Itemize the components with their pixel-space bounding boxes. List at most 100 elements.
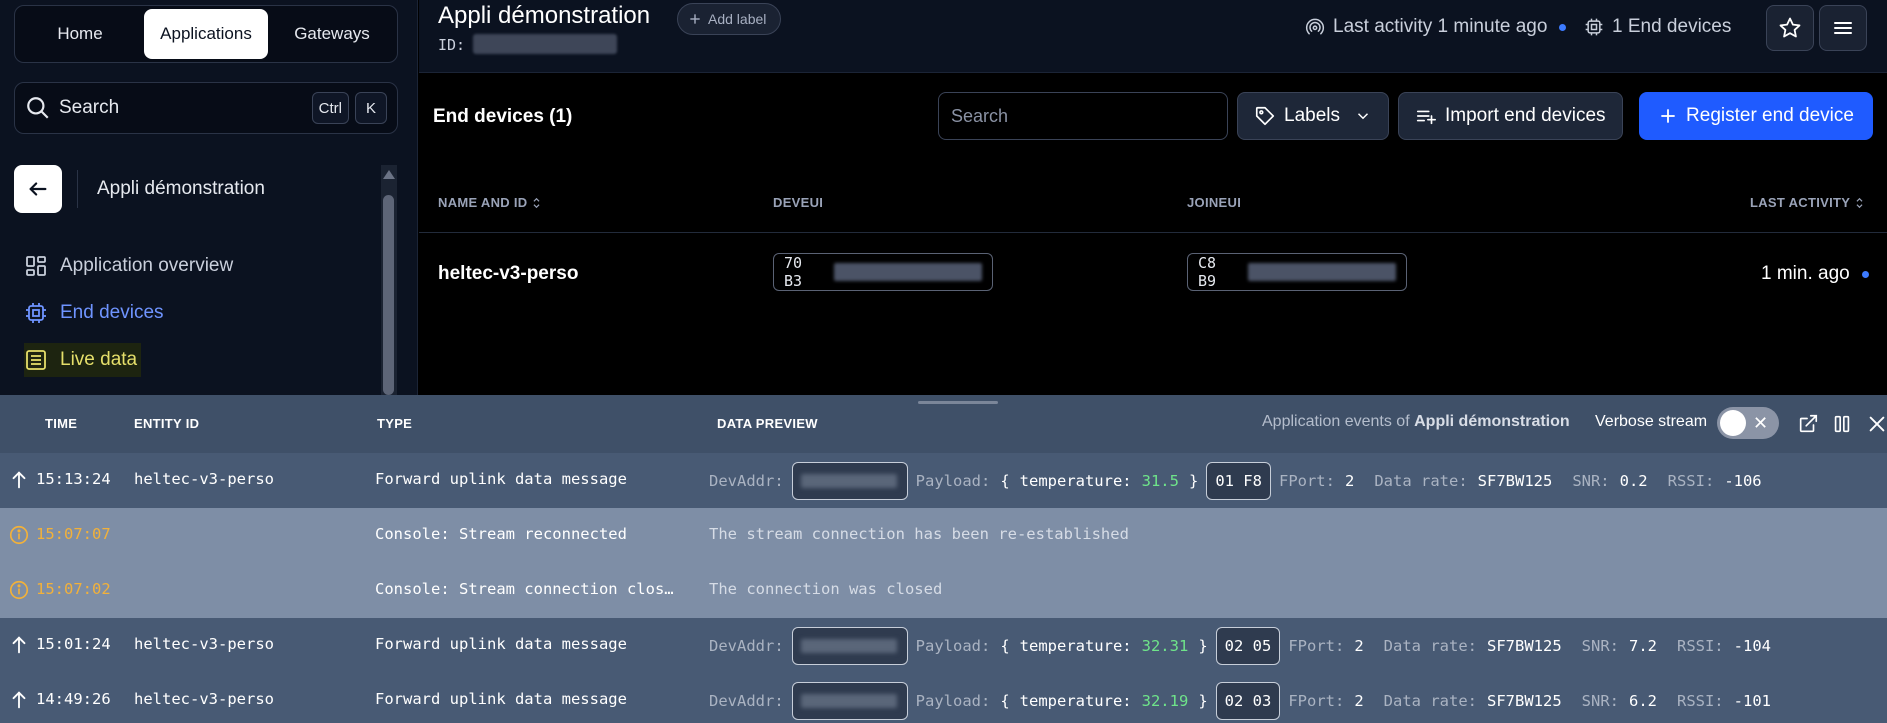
event-row[interactable]: 15:13:24 heltec-v3-perso Forward uplink … (0, 453, 1887, 508)
sort-icon (533, 197, 540, 208)
sidebar-item-end-devices[interactable]: End devices (24, 296, 168, 330)
event-time: 15:13:24 (36, 470, 111, 488)
end-devices-count[interactable]: 1 End devices (1584, 16, 1731, 38)
device-last-activity: 1 min. ago (1761, 263, 1869, 285)
page-header: Appli démonstration Add label ID: Last a… (419, 0, 1887, 73)
table-header-divider (419, 232, 1887, 233)
end-devices-section: End devices (1) Search Labels Import end… (419, 74, 1887, 395)
shortcut-key-ctrl: Ctrl (311, 92, 349, 124)
back-button[interactable] (14, 165, 62, 213)
sort-icon (1856, 197, 1863, 208)
nav-tab-applications[interactable]: Applications (144, 9, 268, 59)
events-scope: Application events of Appli démonstratio… (1262, 413, 1570, 430)
toggle-off-icon: ✕ (1753, 413, 1769, 433)
event-row[interactable]: 15:07:02 Console: Stream connection clos… (0, 563, 1887, 618)
labels-dropdown[interactable]: Labels (1237, 92, 1389, 140)
events-col-time: TIME (45, 416, 78, 431)
event-row[interactable]: 15:07:07 Console: Stream reconnected The… (0, 508, 1887, 563)
event-preview: The connection was closed (709, 580, 943, 598)
arrow-up-icon (12, 636, 26, 654)
event-time: 15:01:24 (36, 635, 111, 653)
plus-icon (690, 14, 700, 24)
sidebar-search[interactable]: Search Ctrl K (14, 82, 398, 134)
column-header-name[interactable]: NAME AND ID (438, 195, 541, 210)
event-row[interactable]: 15:01:24 heltec-v3-perso Forward uplink … (0, 618, 1887, 673)
end-devices-search-input[interactable]: Search (938, 92, 1228, 140)
playlist-add-icon (1416, 110, 1436, 125)
nav-tab-gateways[interactable]: Gateways (270, 9, 394, 59)
redacted-deveui (834, 263, 982, 281)
event-entity: heltec-v3-perso (134, 635, 274, 653)
plus-icon (1661, 109, 1675, 123)
column-header-last-activity[interactable]: LAST ACTIVITY (1750, 195, 1864, 210)
deveui-value[interactable]: 70 B3 (773, 253, 993, 291)
event-type: Console: Stream connection clos… (375, 580, 674, 598)
toggle-knob (1720, 410, 1746, 436)
labels-dropdown-text: Labels (1284, 105, 1340, 126)
redacted-devaddr (791, 627, 908, 665)
close-icon[interactable] (1866, 413, 1887, 435)
menu-button[interactable] (1819, 5, 1867, 51)
event-preview: DevAddr: Payload: { temperature: 32.31} 0… (709, 626, 1771, 666)
chip-icon (1585, 18, 1603, 36)
sidebar-divider (77, 170, 78, 208)
panel-resize-handle[interactable] (918, 401, 998, 404)
pause-icon[interactable] (1831, 413, 1853, 435)
joineui-value[interactable]: C8 B9 (1187, 253, 1407, 291)
event-preview: DevAddr: Payload: { temperature: 32.19} 0… (709, 681, 1771, 721)
event-type: Forward uplink data message (375, 635, 627, 653)
search-icon (27, 97, 49, 119)
register-end-device-button[interactable]: Register end device (1639, 92, 1873, 140)
broadcast-icon (1305, 18, 1325, 35)
sidebar: Home Applications Gateways Search Ctrl K… (0, 0, 418, 395)
chip-icon (26, 303, 46, 323)
event-type: Console: Stream reconnected (375, 525, 627, 543)
event-type: Forward uplink data message (375, 470, 627, 488)
tag-icon (1255, 106, 1275, 126)
event-time: 14:49:26 (36, 690, 111, 708)
end-devices-count-text: 1 End devices (1612, 16, 1732, 37)
import-button-text: Import end devices (1445, 105, 1606, 126)
payload-hex: 02 03 (1215, 682, 1281, 720)
verbose-stream-toggle[interactable]: ✕ (1717, 407, 1779, 439)
open-external-icon[interactable] (1797, 413, 1819, 435)
scroll-up-arrow-icon[interactable] (383, 170, 395, 179)
hamburger-icon (1834, 22, 1852, 34)
event-entity: heltec-v3-perso (134, 470, 274, 488)
last-activity: Last activity 1 minute ago (1305, 16, 1567, 38)
event-preview: DevAddr: Payload: { temperature: 31.5} 01… (709, 461, 1762, 501)
list-icon (26, 350, 46, 370)
column-header-joineui: JOINEUI (1187, 195, 1242, 210)
redacted-devaddr (791, 682, 908, 720)
verbose-stream-label: Verbose stream (1595, 413, 1708, 430)
sidebar-scroll-thumb[interactable] (383, 195, 394, 395)
console-app: Home Applications Gateways Search Ctrl K… (0, 0, 1887, 723)
activity-dot (1861, 270, 1869, 278)
event-type: Forward uplink data message (375, 690, 627, 708)
arrow-up-icon (12, 691, 26, 709)
events-col-preview: DATA PREVIEW (717, 416, 818, 431)
live-events-panel: TIME ENTITY ID TYPE DATA PREVIEW Applica… (0, 395, 1887, 723)
redacted-devaddr (791, 462, 908, 500)
sidebar-item-label: Application overview (60, 255, 234, 276)
device-name[interactable]: heltec-v3-perso (438, 263, 578, 285)
event-preview: The stream connection has been re-establ… (709, 525, 1129, 543)
nav-tab-home[interactable]: Home (18, 9, 142, 59)
sidebar-item-application-overview[interactable]: Application overview (24, 249, 237, 283)
events-col-entity: ENTITY ID (134, 416, 200, 431)
register-button-text: Register end device (1686, 105, 1854, 126)
page-title: Appli démonstration (438, 2, 651, 29)
column-header-deveui: DEVEUI (773, 195, 824, 210)
event-row[interactable]: 14:49:26 heltec-v3-perso Forward uplink … (0, 673, 1887, 723)
top-nav-switcher: Home Applications Gateways (14, 5, 398, 63)
activity-dot (1559, 23, 1567, 31)
payload-hex: 01 F8 (1206, 462, 1271, 500)
app-id-label: ID: (438, 36, 466, 54)
bookmark-button[interactable] (1766, 5, 1814, 51)
add-label-button[interactable]: Add label (677, 3, 782, 35)
import-end-devices-button[interactable]: Import end devices (1398, 92, 1623, 140)
info-icon (9, 525, 29, 545)
last-activity-text: Last activity 1 minute ago (1333, 16, 1548, 37)
search-placeholder: Search (951, 105, 1009, 126)
sidebar-item-live-data[interactable]: Live data (24, 343, 142, 377)
